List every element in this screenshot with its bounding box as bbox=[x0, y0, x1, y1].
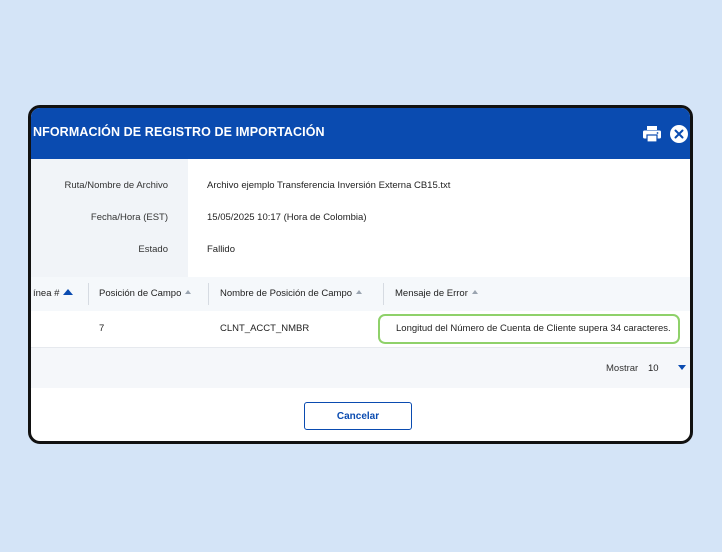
column-divider bbox=[88, 283, 89, 305]
file-info-section: Ruta/Nombre de Archivo Fecha/Hora (EST) … bbox=[31, 159, 690, 277]
cell-error-message: Longitud del Número de Cuenta de Cliente… bbox=[396, 323, 671, 334]
info-labels-column: Ruta/Nombre de Archivo Fecha/Hora (EST) … bbox=[31, 159, 188, 277]
column-header-position[interactable]: Posición de Campo bbox=[99, 277, 192, 311]
column-header-error-label: Mensaje de Error bbox=[395, 288, 468, 299]
date-time-label: Fecha/Hora (EST) bbox=[90, 212, 168, 223]
column-header-error[interactable]: Mensaje de Error bbox=[395, 277, 478, 311]
column-header-line[interactable]: ínea # bbox=[33, 277, 74, 311]
column-divider bbox=[208, 283, 209, 305]
file-path-value: Archivo ejemplo Transferencia Inversión … bbox=[207, 180, 451, 191]
status-value: Fallido bbox=[207, 244, 235, 255]
file-path-label: Ruta/Nombre de Archivo bbox=[64, 180, 169, 191]
cell-position: 7 bbox=[99, 323, 105, 334]
close-icon[interactable] bbox=[669, 124, 689, 144]
cancel-button[interactable]: Cancelar bbox=[304, 402, 412, 430]
dialog-header: NFORMACIÓN DE REGISTRO DE IMPORTACIÓN bbox=[31, 108, 690, 159]
column-header-position-name-label: Nombre de Posición de Campo bbox=[220, 288, 353, 299]
sort-icon bbox=[185, 290, 192, 295]
table-footer: Mostrar 10 bbox=[31, 347, 690, 388]
chevron-down-icon[interactable] bbox=[678, 365, 686, 370]
column-header-position-label: Posición de Campo bbox=[99, 288, 182, 299]
page-size-select[interactable]: 10 bbox=[648, 363, 659, 374]
status-label: Estado bbox=[138, 244, 168, 255]
error-message-highlight: Longitud del Número de Cuenta de Cliente… bbox=[378, 314, 680, 344]
column-divider bbox=[383, 283, 384, 305]
page-size-label: Mostrar bbox=[606, 363, 639, 374]
column-header-line-label: ínea # bbox=[33, 288, 60, 299]
printer-icon[interactable] bbox=[642, 125, 662, 143]
table-header: ínea # Posición de Campo Nombre de Posic… bbox=[31, 277, 690, 311]
sort-icon bbox=[356, 290, 363, 295]
sort-icon bbox=[471, 290, 478, 295]
date-time-value: 15/05/2025 10:17 (Hora de Colombia) bbox=[207, 212, 367, 223]
cell-position-name: CLNT_ACCT_NMBR bbox=[220, 323, 310, 334]
sort-asc-icon bbox=[63, 289, 74, 296]
dialog-title: NFORMACIÓN DE REGISTRO DE IMPORTACIÓN bbox=[33, 125, 325, 139]
import-log-dialog: NFORMACIÓN DE REGISTRO DE IMPORTACIÓN Ru… bbox=[28, 105, 693, 444]
table-row: 7 CLNT_ACCT_NMBR Longitud del Número de … bbox=[31, 311, 690, 347]
column-header-position-name[interactable]: Nombre de Posición de Campo bbox=[220, 277, 363, 311]
